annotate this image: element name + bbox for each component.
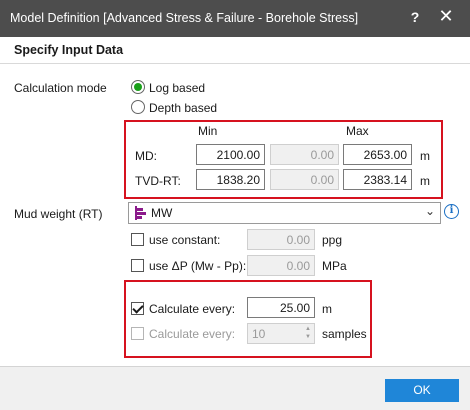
calculate-every-samples-label: Calculate every:: [149, 327, 236, 341]
mud-weight-select[interactable]: MW ⌄: [128, 202, 441, 224]
tvd-unit: m: [420, 174, 430, 188]
md-mid-field: 0.00: [270, 144, 339, 165]
md-min-field[interactable]: 2100.00: [196, 144, 265, 165]
log-based-label[interactable]: Log based: [149, 81, 205, 95]
calculate-every-distance-label[interactable]: Calculate every:: [149, 302, 235, 316]
calculate-every-samples-unit: samples: [322, 327, 367, 341]
mud-weight-label: Mud weight (RT): [14, 207, 103, 221]
tvd-min-field[interactable]: 1838.20: [196, 169, 265, 190]
tvd-rt-label: TVD-RT:: [135, 174, 181, 188]
calculate-every-distance-unit: m: [322, 302, 332, 316]
depth-based-label[interactable]: Depth based: [149, 101, 217, 115]
calculate-highlight-box: [124, 280, 372, 358]
use-constant-checkbox[interactable]: [131, 233, 144, 246]
calculate-every-samples-stepper: 10 ▲ ▼: [247, 323, 315, 344]
title-bar: Model Definition [Advanced Stress & Fail…: [0, 0, 470, 37]
tvd-max-field[interactable]: 2383.14: [343, 169, 412, 190]
use-dp-checkbox[interactable]: [131, 259, 144, 272]
dialog-header: Specify Input Data: [0, 37, 470, 64]
md-label: MD:: [135, 149, 157, 163]
calculate-every-samples-checkbox: [131, 327, 144, 340]
calculate-every-distance-checkbox[interactable]: [131, 302, 144, 315]
use-dp-unit: MPa: [322, 259, 347, 273]
stepper-arrows-icon: ▲ ▼: [305, 326, 311, 340]
mud-weight-selected: MW: [151, 206, 173, 220]
calculation-mode-label: Calculation mode: [14, 81, 107, 95]
use-constant-field: 0.00: [247, 229, 315, 250]
use-constant-unit: ppg: [322, 233, 343, 247]
log-based-radio[interactable]: [131, 80, 145, 94]
page-title: Specify Input Data: [14, 43, 124, 57]
depth-based-radio[interactable]: [131, 100, 145, 114]
calculate-every-distance-field[interactable]: 25.00: [247, 297, 315, 318]
close-icon[interactable]: ✕: [438, 6, 454, 27]
md-unit: m: [420, 149, 430, 163]
info-icon[interactable]: i: [444, 204, 459, 219]
log-curve-icon: [135, 206, 146, 220]
use-dp-label[interactable]: use ΔP (Mw - Pp):: [149, 259, 246, 273]
use-constant-label[interactable]: use constant:: [149, 233, 220, 247]
dialog-footer: OK: [0, 366, 470, 410]
window-title: Model Definition [Advanced Stress & Fail…: [10, 11, 359, 25]
ok-button[interactable]: OK: [385, 379, 459, 402]
help-icon[interactable]: ?: [408, 9, 422, 25]
min-column-header: Min: [198, 124, 218, 138]
samples-value: 10: [252, 327, 266, 341]
chevron-down-icon[interactable]: ⌄: [425, 204, 435, 218]
max-column-header: Max: [346, 124, 369, 138]
tvd-mid-field: 0.00: [270, 169, 339, 190]
use-dp-field: 0.00: [247, 255, 315, 276]
md-max-field[interactable]: 2653.00: [343, 144, 412, 165]
